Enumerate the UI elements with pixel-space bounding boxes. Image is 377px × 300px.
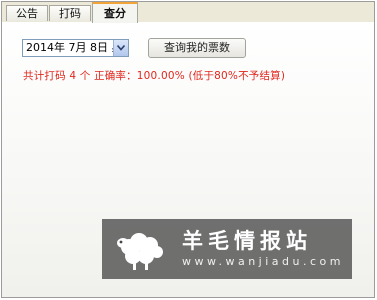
query-votes-button[interactable]: 查询我的票数 <box>148 38 246 58</box>
watermark-banner: 羊毛情报站 www.wanjiadu.com <box>102 219 352 279</box>
tab-notice[interactable]: 公告 <box>6 5 48 21</box>
tab-bar: 公告 打码 查分 <box>2 2 374 23</box>
tab-check-score[interactable]: 查分 <box>92 2 138 23</box>
watermark-title: 羊毛情报站 <box>182 229 312 253</box>
tab-content-panel: 2014年 7月 8日 星 查询我的票数 共计打码 4 个 正确率：100.00… <box>2 22 374 297</box>
dropdown-button[interactable] <box>113 40 128 56</box>
date-picker-value: 2014年 7月 8日 星 <box>26 41 114 54</box>
result-summary-text: 共计打码 4 个 正确率：100.00% (低于80%不予结算) <box>23 70 286 82</box>
app-window: 公告 打码 查分 2014年 7月 8日 星 查询我的票数 共计打码 4 个 正… <box>1 1 375 298</box>
tab-captcha[interactable]: 打码 <box>49 5 91 21</box>
sheep-logo-icon <box>117 233 163 270</box>
date-picker[interactable]: 2014年 7月 8日 星 <box>22 39 129 57</box>
watermark-url: www.wanjiadu.com <box>182 255 344 268</box>
chevron-down-icon <box>117 45 125 51</box>
